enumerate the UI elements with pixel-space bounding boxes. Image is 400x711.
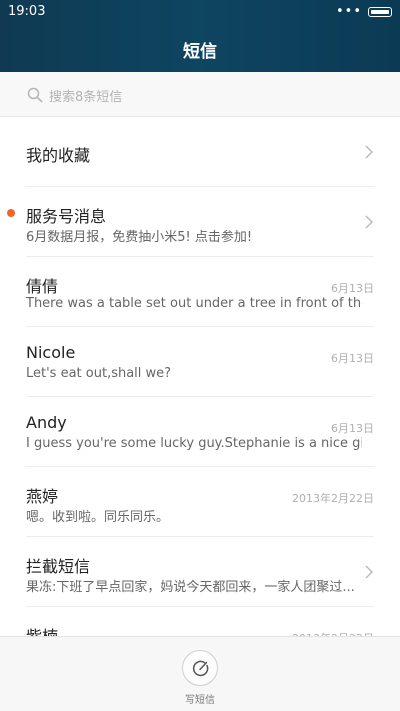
compose-icon <box>192 660 209 677</box>
list-item-date: 2013年2月22日 <box>292 492 374 505</box>
unread-dot-icon <box>7 209 15 217</box>
chevron-right-icon <box>365 565 373 579</box>
list-item-blocked-messages[interactable]: 拦截短信 果冻:下班了早点回家，妈说今天都回来，一家人团聚过... <box>26 537 374 607</box>
chevron-right-icon <box>365 145 373 159</box>
battery-icon <box>368 7 392 17</box>
list-item-favorites[interactable]: 我的收藏 <box>26 117 374 187</box>
list-item-date: 6月13日 <box>331 422 374 435</box>
search-placeholder: 搜索8条短信 <box>49 90 123 105</box>
list-item-preview: There was a table set out under a tree i… <box>26 296 362 311</box>
list-item-preview: 6月数据月报，免费抽小米5! 点击参加! <box>26 230 253 245</box>
search-icon <box>27 87 43 103</box>
list-item-title: 拦截短信 <box>26 557 91 576</box>
list-item-conversation[interactable]: Andy 6月13日 I guess you're some lucky guy… <box>26 397 374 467</box>
list-item-title: Andy <box>26 413 67 432</box>
chevron-right-icon <box>365 215 373 229</box>
list-item-conversation[interactable]: Nicole 6月13日 Let's eat out,shall we? <box>26 327 374 397</box>
page-title: 短信 <box>183 42 217 62</box>
list-item-preview: 嗯。收到啦。同乐同乐。 <box>26 510 170 525</box>
list-item-conversation[interactable]: 倩倩 6月13日 There was a table set out under… <box>26 257 374 327</box>
status-bar: 19:03 ••• <box>0 0 400 24</box>
list-item-preview: I guess you're some lucky guy.Stephanie … <box>26 436 362 451</box>
list-item-title: Nicole <box>26 343 76 362</box>
list-item-conversation[interactable]: 燕婷 2013年2月22日 嗯。收到啦。同乐同乐。 <box>26 467 374 537</box>
conversation-list: 我的收藏 服务号消息 6月数据月报，免费抽小米5! 点击参加! 倩倩 6月13日… <box>0 117 400 677</box>
status-time: 19:03 <box>8 4 46 19</box>
list-item-service-messages[interactable]: 服务号消息 6月数据月报，免费抽小米5! 点击参加! <box>7 187 374 257</box>
list-item-title: 倩倩 <box>26 277 59 296</box>
list-item-date: 6月13日 <box>331 282 374 295</box>
header-bar: 19:03 ••• 短信 <box>0 0 400 72</box>
list-item-date: 6月13日 <box>331 352 374 365</box>
search-input[interactable]: 搜索8条短信 <box>0 72 400 117</box>
list-item-preview: 果冻:下班了早点回家，妈说今天都回来，一家人团聚过... <box>26 580 355 595</box>
list-item-preview: Let's eat out,shall we? <box>26 366 172 381</box>
compose-button[interactable] <box>182 650 218 686</box>
list-item-title: 服务号消息 <box>26 207 107 226</box>
bottom-bar: 写短信 <box>0 636 400 711</box>
list-item-title: 我的收藏 <box>26 146 91 165</box>
compose-label: 写短信 <box>185 695 215 706</box>
list-item-title: 燕婷 <box>26 487 59 506</box>
signal-dots-icon: ••• <box>335 4 362 19</box>
